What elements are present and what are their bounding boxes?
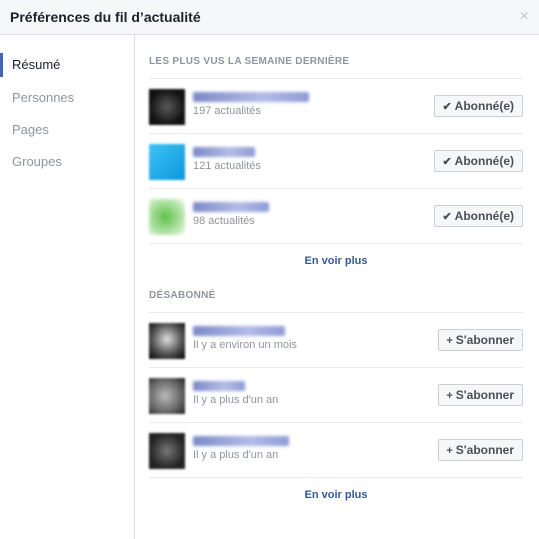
page-name[interactable] (193, 147, 255, 157)
item-subtitle: Il y a plus d'un an (193, 394, 279, 406)
close-icon[interactable]: × (520, 8, 529, 26)
button-label: S'abonner (455, 443, 514, 457)
item-subtitle: Il y a environ un mois (193, 339, 297, 351)
subscribed-button[interactable]: ✔ Abonné(e) (434, 150, 523, 172)
avatar[interactable] (149, 433, 185, 469)
avatar[interactable] (149, 323, 185, 359)
subscribe-button[interactable]: + S'abonner (438, 329, 523, 351)
see-more-link[interactable]: En voir plus (149, 489, 523, 501)
list-item: Il y a plus d'un an + S'abonner (149, 368, 523, 422)
sidebar-item-personnes[interactable]: Personnes (0, 85, 134, 111)
sidebar-item-groupes[interactable]: Groupes (0, 149, 134, 175)
avatar[interactable] (149, 199, 185, 235)
main-panel: LES PLUS VUS LA SEMAINE DERNIÈRE 197 act… (135, 35, 539, 539)
avatar[interactable] (149, 144, 185, 180)
divider (149, 477, 523, 478)
subscribed-button[interactable]: ✔ Abonné(e) (434, 95, 523, 117)
dialog-title: Préférences du fil d’actualité (10, 9, 201, 25)
list-item: 197 actualités ✔ Abonné(e) (149, 79, 523, 133)
list-item: Il y a plus d'un an + S'abonner (149, 423, 523, 477)
checkmark-icon: ✔ (442, 211, 452, 223)
sidebar-item-pages[interactable]: Pages (0, 117, 134, 143)
plus-icon: + (446, 445, 453, 457)
checkmark-icon: ✔ (442, 156, 452, 168)
button-label: Abonné(e) (454, 99, 514, 113)
button-label: S'abonner (455, 388, 514, 402)
section-title-unfollowed: DÉSABONNÉ (149, 290, 216, 301)
subscribe-button[interactable]: + S'abonner (438, 384, 523, 406)
button-label: S'abonner (455, 333, 514, 347)
person-name[interactable] (193, 381, 245, 391)
see-more-link[interactable]: En voir plus (149, 255, 523, 267)
subscribed-button[interactable]: ✔ Abonné(e) (434, 205, 523, 227)
item-subtitle: 197 actualités (193, 105, 261, 117)
list-item: 121 actualités ✔ Abonné(e) (149, 134, 523, 188)
person-name[interactable] (193, 326, 285, 336)
page-name[interactable] (193, 202, 269, 212)
item-subtitle: Il y a plus d'un an (193, 449, 279, 461)
section-title-most-viewed: LES PLUS VUS LA SEMAINE DERNIÈRE (149, 56, 350, 67)
list-item: Il y a environ un mois + S'abonner (149, 313, 523, 367)
subscribe-button[interactable]: + S'abonner (438, 439, 523, 461)
sidebar-item-resume[interactable]: Résumé (0, 52, 134, 78)
checkmark-icon: ✔ (442, 101, 452, 113)
divider (149, 243, 523, 244)
item-subtitle: 98 actualités (193, 215, 255, 227)
item-subtitle: 121 actualités (193, 160, 261, 172)
news-feed-preferences-dialog: Préférences du fil d’actualité × Résumé … (0, 0, 539, 539)
avatar[interactable] (149, 378, 185, 414)
plus-icon: + (446, 390, 453, 402)
button-label: Abonné(e) (454, 209, 514, 223)
list-item: 98 actualités ✔ Abonné(e) (149, 189, 523, 243)
avatar[interactable] (149, 89, 185, 125)
sidebar: Résumé Personnes Pages Groupes (0, 35, 135, 539)
dialog-header: Préférences du fil d’actualité × (0, 0, 539, 35)
person-name[interactable] (193, 436, 289, 446)
person-name[interactable] (193, 92, 309, 102)
button-label: Abonné(e) (454, 154, 514, 168)
plus-icon: + (446, 335, 453, 347)
